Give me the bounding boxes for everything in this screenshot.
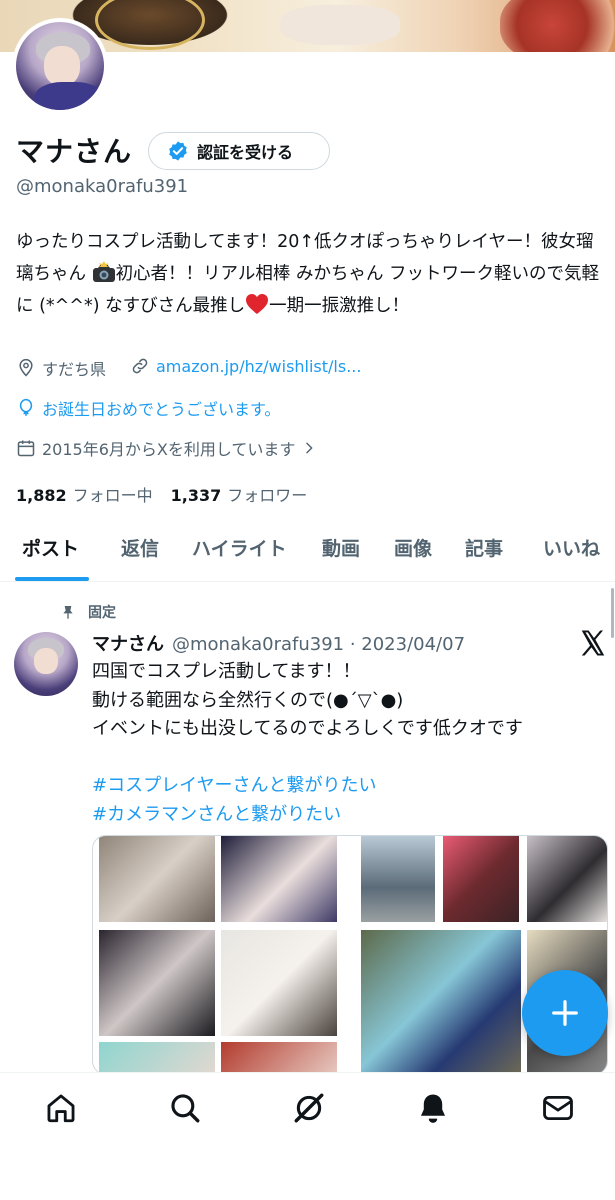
notifications-icon — [420, 1094, 446, 1123]
red-heart-emoji-icon — [246, 294, 269, 314]
home-icon — [47, 1094, 75, 1123]
post-line: イベントにも出没してるのでよろしくです低クオです — [92, 718, 523, 739]
media-thumbnail[interactable] — [361, 930, 521, 1074]
bottom-navigation — [0, 1072, 615, 1200]
avatar-body — [34, 82, 104, 110]
camera-flash-emoji-icon — [92, 261, 115, 282]
birthday-text: お誕生日おめでとうございます。 — [42, 400, 281, 419]
hashtag-link[interactable]: #コスプレイヤーさんと繋がりたい — [92, 772, 602, 801]
location-pin-icon — [19, 358, 33, 377]
following-count: 1,882 — [16, 486, 67, 505]
compose-post-button[interactable] — [522, 970, 608, 1056]
profile-name: マナさん — [16, 135, 133, 168]
follow-stats: 1,882 フォロー中 1,337 フォロワー — [16, 482, 307, 506]
media-thumbnail[interactable] — [221, 930, 337, 1036]
nav-notifications[interactable] — [416, 1091, 450, 1125]
tab-videos[interactable]: 動画 — [322, 534, 360, 561]
tab-posts[interactable]: ポスト — [22, 534, 79, 561]
nav-search[interactable] — [168, 1091, 202, 1125]
post-meta: @monaka0rafu391 · 2023/04/07 — [172, 634, 466, 655]
post-line: 四国でコスプレ活動してます！！ — [92, 661, 361, 682]
media-thumbnail[interactable] — [99, 836, 215, 922]
bio-text: 一期一振激推し！ — [269, 296, 410, 316]
post-text: 四国でコスプレ活動してます！！ 動ける範囲なら全然行くので(●´▽`●) イベン… — [92, 658, 602, 829]
post-line: 動ける範囲なら全然行くので(●´▽`●) — [92, 689, 404, 711]
location-text: すだち県 — [42, 360, 107, 379]
media-thumbnail[interactable] — [99, 1042, 215, 1074]
media-thumbnail[interactable] — [443, 836, 519, 922]
x-logo-icon — [581, 630, 605, 656]
nav-home[interactable] — [44, 1091, 78, 1125]
link-icon — [132, 358, 148, 374]
pinned-label: 固定 — [88, 605, 116, 621]
profile-tabs: ポスト 返信 ハイライト 動画 画像 記事 いいね — [0, 520, 615, 582]
profile-avatar[interactable] — [12, 18, 108, 114]
tab-likes[interactable]: いいね — [543, 534, 600, 561]
hashtag-link[interactable]: #カメラマンさんと繋がりたい — [92, 801, 602, 830]
chevron-right-icon — [306, 442, 313, 454]
nav-grok[interactable] — [292, 1091, 326, 1125]
avatar-face — [44, 46, 80, 86]
post-author-avatar[interactable] — [14, 632, 78, 696]
media-thumbnail[interactable] — [361, 836, 435, 922]
post-author-name[interactable]: マナさん — [92, 630, 164, 656]
search-icon — [171, 1094, 200, 1123]
calendar-icon — [17, 440, 35, 457]
plus-icon — [552, 1000, 578, 1026]
tab-media[interactable]: 画像 — [394, 534, 432, 561]
profile-location: すだち県 — [16, 356, 106, 380]
profile-handle: @monaka0rafu391 — [16, 176, 189, 197]
scrollbar[interactable] — [611, 588, 614, 638]
nav-messages[interactable] — [541, 1091, 575, 1125]
tab-highlights[interactable]: ハイライト — [192, 534, 287, 561]
banner-art — [500, 0, 615, 52]
profile-bio: ゆったりコスプレ活動してます！20↑低クオぽっちゃりレイヤー！彼女瑠璃ちゃん 初… — [16, 226, 606, 322]
media-thumbnail[interactable] — [99, 930, 215, 1036]
media-thumbnail[interactable] — [221, 836, 337, 922]
tab-articles[interactable]: 記事 — [465, 534, 503, 561]
media-thumbnail[interactable] — [527, 836, 607, 922]
pin-icon — [63, 606, 73, 619]
active-tab-indicator — [15, 577, 89, 581]
website-link-text[interactable]: amazon.jp/hz/wishlist/ls... — [156, 357, 361, 376]
banner-art — [280, 5, 400, 45]
followers-count: 1,337 — [170, 486, 222, 505]
joined-text: 2015年6月からXを利用しています — [42, 440, 296, 459]
get-verified-label: 認証を受ける — [197, 143, 294, 162]
get-verified-button[interactable]: 認証を受ける — [148, 132, 330, 170]
post-header: マナさん @monaka0rafu391 · 2023/04/07 — [92, 630, 465, 656]
pinned-indicator: 固定 — [60, 602, 116, 622]
followers-label: フォロワー — [227, 486, 308, 505]
following-link[interactable]: 1,882 フォロー中 — [16, 482, 153, 506]
profile-birthday: お誕生日おめでとうございます。 — [16, 396, 280, 420]
verified-badge-icon — [169, 141, 187, 161]
following-label: フォロー中 — [72, 486, 153, 505]
avatar-face — [34, 648, 58, 674]
tab-replies[interactable]: 返信 — [121, 534, 159, 561]
grok-icon — [294, 1093, 324, 1123]
followers-link[interactable]: 1,337 フォロワー — [171, 482, 308, 506]
profile-joined[interactable]: 2015年6月からXを利用しています — [16, 436, 317, 460]
balloon-icon — [19, 398, 33, 416]
profile-website-link[interactable]: amazon.jp/hz/wishlist/ls... — [130, 356, 361, 376]
messages-icon — [543, 1095, 573, 1121]
media-thumbnail[interactable] — [221, 1042, 337, 1074]
